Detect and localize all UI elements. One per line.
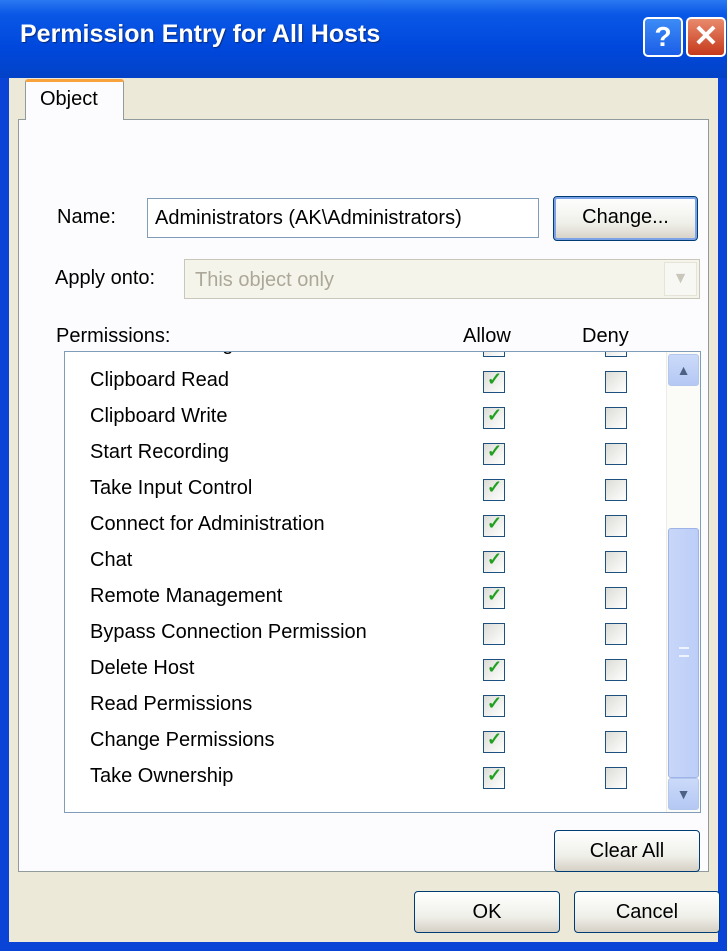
chevron-down-icon: ▼ (664, 262, 697, 296)
change-button[interactable]: Change... (553, 196, 698, 241)
permission-name: Change Permissions (90, 729, 275, 751)
tab-panel: Name: Administrators (AK\Administrators)… (18, 119, 709, 872)
deny-checkbox[interactable] (605, 479, 627, 501)
permission-name: Connect for Administration (90, 513, 325, 535)
check-icon: ✓ (487, 585, 503, 605)
permission-row: Read Permissions ✓ (65, 688, 665, 724)
permission-row: Delete Host ✓ (65, 652, 665, 688)
name-field[interactable]: Administrators (AK\Administrators) (147, 198, 539, 238)
permissions-label: Permissions: (56, 325, 171, 347)
title-bar[interactable]: Permission Entry for All Hosts ? ✕ (0, 0, 727, 78)
grip-icon (679, 647, 689, 657)
allow-checkbox[interactable]: ✓ (483, 549, 505, 573)
deny-column-header: Deny (582, 325, 629, 347)
close-button[interactable]: ✕ (686, 17, 726, 57)
allow-checkbox[interactable]: ✓ (483, 513, 505, 537)
check-icon: ✓ (487, 729, 503, 749)
deny-checkbox[interactable] (605, 659, 627, 681)
check-icon: ✓ (487, 657, 503, 677)
permission-row: Chat ✓ (65, 544, 665, 580)
cancel-button[interactable]: Cancel (574, 891, 720, 933)
check-icon: ✓ (487, 369, 503, 389)
name-field-value: Administrators (AK\Administrators) (155, 207, 462, 229)
allow-checkbox[interactable]: ✓ (483, 729, 505, 753)
permission-row: Take Ownership ✓ (65, 760, 665, 796)
permission-row: Bypass Connection Permission (65, 616, 665, 652)
permission-name: Start Recording (90, 441, 229, 463)
permission-name: Read Permissions (90, 693, 253, 715)
check-icon: ✓ (487, 693, 503, 713)
permission-name: Remote Printing (90, 352, 233, 356)
deny-checkbox[interactable] (605, 623, 627, 645)
permission-name: Chat (90, 549, 133, 571)
permission-name: Take Ownership (90, 765, 234, 787)
check-icon: ✓ (487, 513, 503, 533)
permission-name: Bypass Connection Permission (90, 621, 367, 643)
allow-checkbox[interactable]: ✓ (483, 352, 505, 357)
deny-checkbox[interactable] (605, 695, 627, 717)
permission-name: Remote Management (90, 585, 283, 607)
allow-checkbox[interactable]: ✓ (483, 693, 505, 717)
permission-row: Take Input Control ✓ (65, 472, 665, 508)
chevron-up-icon: ▲ (676, 362, 691, 378)
deny-checkbox[interactable] (605, 515, 627, 537)
deny-checkbox[interactable] (605, 371, 627, 393)
check-icon: ✓ (487, 477, 503, 497)
permission-row: Change Permissions ✓ (65, 724, 665, 760)
check-icon: ✓ (487, 765, 503, 785)
deny-checkbox[interactable] (605, 352, 627, 357)
deny-checkbox[interactable] (605, 731, 627, 753)
permission-name: Clipboard Read (90, 369, 229, 391)
allow-checkbox[interactable]: ✓ (483, 477, 505, 501)
permission-name: Take Input Control (90, 477, 253, 499)
allow-checkbox[interactable]: ✓ (483, 765, 505, 789)
dialog-window: Permission Entry for All Hosts ? ✕ Objec… (0, 0, 727, 951)
clear-all-button[interactable]: Clear All (554, 830, 700, 872)
allow-checkbox[interactable]: ✓ (483, 585, 505, 609)
apply-onto-label: Apply onto: (55, 267, 156, 289)
check-icon: ✓ (487, 352, 502, 354)
permission-row: Remote Management ✓ (65, 580, 665, 616)
deny-checkbox[interactable] (605, 767, 627, 789)
permission-row: Start Recording ✓ (65, 436, 665, 472)
allow-checkbox[interactable]: ✓ (483, 369, 505, 393)
permission-name: Clipboard Write (90, 405, 228, 427)
deny-checkbox[interactable] (605, 551, 627, 573)
permission-row: Clipboard Read ✓ (65, 364, 665, 400)
check-icon: ✓ (487, 549, 503, 569)
allow-checkbox[interactable]: ✓ (483, 405, 505, 429)
apply-onto-select[interactable]: This object only ▼ (184, 259, 700, 299)
window-title: Permission Entry for All Hosts (20, 20, 381, 48)
tab-object[interactable]: Object (25, 79, 124, 120)
scroll-up-button[interactable]: ▲ (668, 354, 699, 386)
allow-checkbox[interactable]: ✓ (483, 657, 505, 681)
deny-checkbox[interactable] (605, 407, 627, 429)
apply-onto-value: This object only (195, 269, 334, 291)
help-button[interactable]: ? (643, 17, 683, 57)
permission-name: Delete Host (90, 657, 195, 679)
scroll-thumb[interactable] (668, 528, 699, 778)
allow-checkbox[interactable]: ✓ (483, 441, 505, 465)
tab-object-label: Object (40, 88, 98, 110)
permission-row: Clipboard Write ✓ (65, 400, 665, 436)
allow-column-header: Allow (463, 325, 511, 347)
scroll-down-button[interactable]: ▼ (668, 778, 699, 810)
chevron-down-icon: ▼ (676, 786, 691, 802)
dialog-client-area: Object Name: Administrators (AK\Administ… (9, 78, 720, 942)
allow-checkbox[interactable] (483, 623, 505, 645)
name-label: Name: (57, 206, 116, 228)
check-icon: ✓ (487, 405, 503, 425)
permissions-list[interactable]: Remote Printing✓Clipboard Read✓Clipboard… (64, 351, 701, 813)
check-icon: ✓ (487, 441, 503, 461)
deny-checkbox[interactable] (605, 443, 627, 465)
scrollbar[interactable]: ▲ ▼ (666, 352, 700, 812)
deny-checkbox[interactable] (605, 587, 627, 609)
permission-row: Connect for Administration ✓ (65, 508, 665, 544)
ok-button[interactable]: OK (414, 891, 560, 933)
permission-row: Remote Printing ✓ (65, 352, 665, 364)
